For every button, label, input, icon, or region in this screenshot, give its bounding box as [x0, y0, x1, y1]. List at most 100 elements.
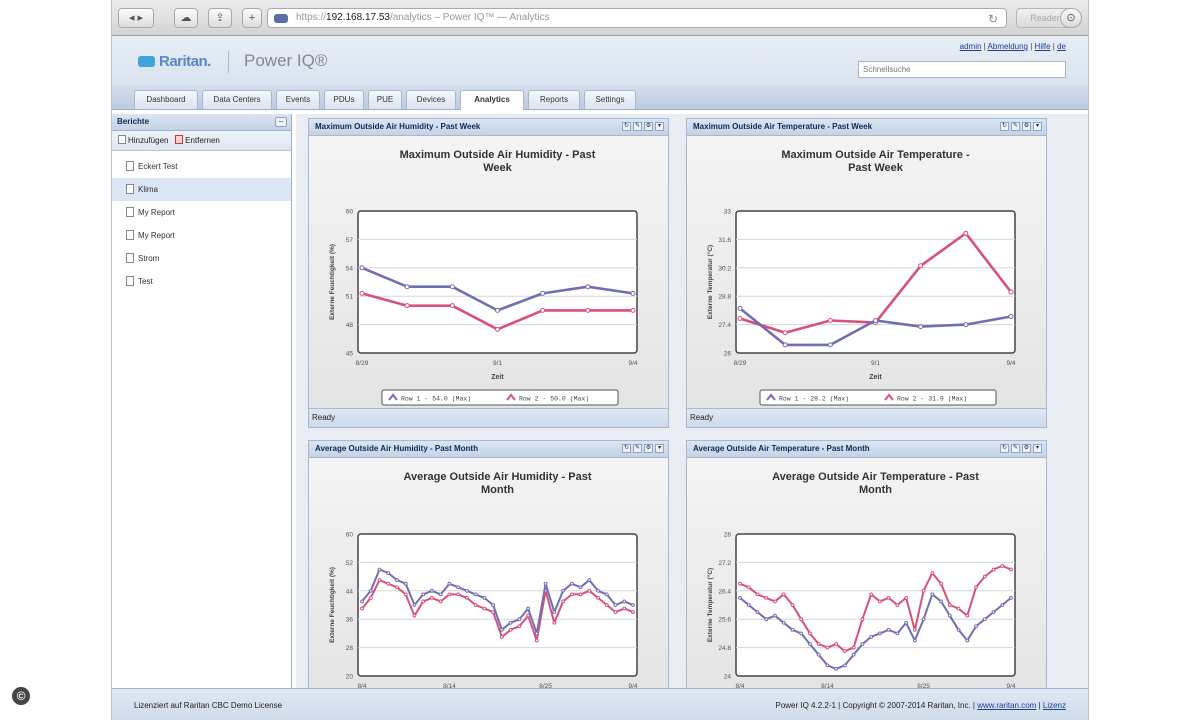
- data-point[interactable]: [517, 617, 522, 622]
- data-point[interactable]: [1000, 603, 1005, 607]
- data-point[interactable]: [430, 588, 434, 593]
- data-point[interactable]: [473, 592, 478, 597]
- data-point[interactable]: [412, 613, 417, 618]
- data-point[interactable]: [781, 620, 786, 625]
- data-point[interactable]: [947, 613, 952, 618]
- data-point[interactable]: [869, 592, 874, 597]
- data-point[interactable]: [360, 599, 364, 604]
- data-point[interactable]: [790, 603, 795, 607]
- data-point[interactable]: [737, 316, 743, 322]
- report-item[interactable]: Test: [112, 270, 291, 293]
- data-point[interactable]: [368, 596, 373, 600]
- data-point[interactable]: [869, 635, 874, 639]
- legend-entry[interactable]: Row 2 - 50.0 (Max): [519, 396, 589, 403]
- link-user[interactable]: admin: [960, 42, 982, 51]
- data-point[interactable]: [377, 578, 382, 583]
- data-point[interactable]: [421, 592, 426, 597]
- license-link[interactable]: Lizenz: [1043, 701, 1066, 710]
- data-point[interactable]: [755, 610, 760, 615]
- data-point[interactable]: [755, 592, 760, 597]
- data-point[interactable]: [499, 635, 504, 639]
- data-point[interactable]: [843, 649, 847, 654]
- data-point[interactable]: [449, 284, 455, 290]
- data-point[interactable]: [877, 599, 882, 604]
- data-point[interactable]: [965, 613, 970, 618]
- data-point[interactable]: [526, 606, 530, 611]
- edit-icon[interactable]: ✎: [1011, 444, 1020, 453]
- data-point[interactable]: [886, 596, 891, 600]
- data-point[interactable]: [918, 324, 924, 330]
- link-help[interactable]: Hilfe: [1035, 42, 1051, 51]
- data-point[interactable]: [395, 578, 399, 583]
- data-point[interactable]: [851, 645, 856, 650]
- data-point[interactable]: [918, 263, 924, 269]
- settings-icon[interactable]: ⚙: [644, 444, 653, 453]
- data-point[interactable]: [746, 603, 751, 607]
- data-point[interactable]: [534, 638, 539, 643]
- data-point[interactable]: [930, 571, 935, 575]
- refresh-icon[interactable]: ↻: [622, 444, 631, 453]
- data-point[interactable]: [790, 627, 795, 632]
- data-point[interactable]: [438, 599, 443, 604]
- data-point[interactable]: [622, 606, 627, 611]
- data-point[interactable]: [799, 631, 804, 636]
- data-point[interactable]: [974, 624, 978, 629]
- data-point[interactable]: [738, 596, 742, 600]
- data-point[interactable]: [825, 663, 830, 668]
- tab-pdus[interactable]: PDUs: [324, 90, 364, 109]
- data-point[interactable]: [631, 610, 635, 615]
- data-point[interactable]: [499, 627, 504, 632]
- back-forward-buttons[interactable]: ◂ ▸: [118, 8, 154, 28]
- data-point[interactable]: [764, 596, 769, 600]
- data-point[interactable]: [465, 588, 469, 593]
- data-point[interactable]: [1009, 596, 1013, 600]
- data-point[interactable]: [974, 585, 978, 590]
- menu-icon[interactable]: ▾: [655, 122, 664, 131]
- data-point[interactable]: [1008, 289, 1014, 295]
- data-point[interactable]: [631, 603, 635, 607]
- tab-analytics[interactable]: Analytics: [460, 90, 524, 110]
- data-point[interactable]: [895, 631, 900, 636]
- data-point[interactable]: [613, 610, 618, 615]
- data-point[interactable]: [386, 571, 391, 575]
- address-bar[interactable]: https://192.168.17.53/analytics – Power …: [267, 8, 1007, 28]
- data-point[interactable]: [587, 588, 592, 593]
- data-point[interactable]: [808, 642, 812, 646]
- legend-entry[interactable]: Row 1 - 54.0 (Max): [401, 396, 471, 403]
- data-point[interactable]: [921, 617, 926, 622]
- legend-entry[interactable]: Row 2 - 31.9 (Max): [897, 396, 967, 403]
- menu-icon[interactable]: ▾: [1033, 444, 1042, 453]
- data-point[interactable]: [438, 592, 443, 597]
- data-point[interactable]: [552, 620, 557, 625]
- data-point[interactable]: [834, 642, 839, 646]
- data-point[interactable]: [561, 588, 565, 593]
- menu-icon[interactable]: ▾: [1033, 122, 1042, 131]
- downloads-icon[interactable]: ⊙: [1060, 8, 1082, 28]
- data-point[interactable]: [630, 290, 636, 296]
- legend-entry[interactable]: Row 1 - 28.2 (Max): [779, 396, 849, 403]
- data-point[interactable]: [921, 588, 926, 593]
- tab-reports[interactable]: Reports: [528, 90, 580, 109]
- data-point[interactable]: [613, 603, 618, 607]
- data-point[interactable]: [491, 603, 496, 607]
- report-item[interactable]: My Report: [112, 224, 291, 247]
- report-item[interactable]: My Report: [112, 201, 291, 224]
- data-point[interactable]: [449, 303, 455, 309]
- data-point[interactable]: [359, 265, 365, 271]
- data-point[interactable]: [430, 596, 434, 600]
- tab-devices[interactable]: Devices: [406, 90, 456, 109]
- data-point[interactable]: [569, 592, 574, 597]
- refresh-icon[interactable]: ↻: [622, 122, 631, 131]
- data-point[interactable]: [403, 592, 408, 597]
- data-point[interactable]: [825, 645, 830, 650]
- edit-icon[interactable]: ✎: [633, 122, 642, 131]
- data-point[interactable]: [585, 307, 591, 313]
- data-point[interactable]: [982, 617, 987, 622]
- data-point[interactable]: [630, 307, 636, 313]
- data-point[interactable]: [360, 606, 364, 611]
- report-item-selected[interactable]: Klima: [112, 178, 291, 201]
- data-point[interactable]: [465, 596, 469, 600]
- data-point[interactable]: [395, 585, 399, 590]
- collapse-icon[interactable]: –: [275, 117, 287, 127]
- data-point[interactable]: [982, 574, 987, 579]
